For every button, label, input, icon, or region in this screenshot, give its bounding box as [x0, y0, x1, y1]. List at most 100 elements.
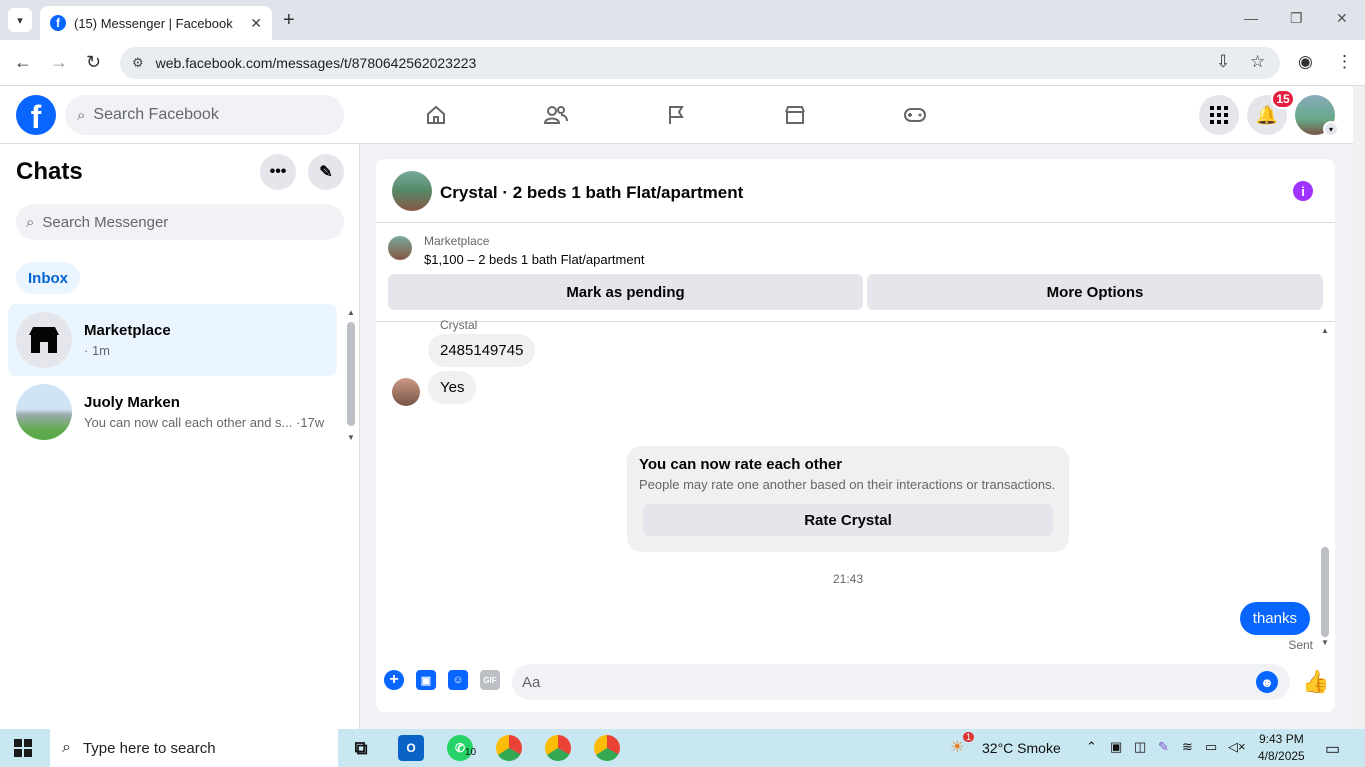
listing-thumbnail[interactable] [388, 236, 412, 260]
chats-sidebar: Chats ••• ✎ ⌕ Search Messenger Inbox Mar… [0, 144, 360, 729]
message-timestamp: 21:43 [832, 572, 864, 586]
chat-options-button[interactable]: ••• [260, 154, 296, 190]
emoji-icon[interactable]: ☻ [1256, 671, 1278, 693]
url-text: web.facebook.com/messages/t/878064256202… [155, 55, 477, 71]
chat-preview: · 1m [84, 343, 110, 358]
pages-flag-icon[interactable] [661, 100, 691, 130]
facebook-favicon-icon: f [50, 15, 66, 31]
account-avatar[interactable]: ▾ [1295, 95, 1339, 137]
incoming-message[interactable]: Yes [428, 371, 477, 404]
browser-menu-icon[interactable]: ⋮ [1336, 52, 1353, 72]
gaming-icon[interactable] [900, 100, 930, 130]
marketplace-store-icon [16, 312, 72, 368]
windows-start-icon[interactable] [14, 739, 32, 757]
chat-list-scrollbar[interactable] [347, 322, 355, 426]
chrome-icon[interactable] [496, 735, 522, 761]
tab-close-icon[interactable]: ✕ [250, 15, 262, 32]
chevron-up-icon[interactable]: ⌃ [1086, 739, 1097, 755]
message-input[interactable]: Aa ☻ [512, 664, 1290, 700]
inbox-filter-tab[interactable]: Inbox [16, 262, 80, 294]
rate-crystal-button[interactable]: Rate Crystal [643, 504, 1053, 536]
messenger-search-placeholder: Search Messenger [42, 213, 169, 231]
taskbar-search-input[interactable]: ⌕ Type here to search [50, 729, 338, 767]
facebook-search-placeholder: Search Facebook [93, 106, 219, 123]
scroll-down-arrow-icon[interactable]: ▼ [347, 433, 355, 442]
chat-item-marketplace[interactable]: Marketplace · 1m [8, 304, 337, 376]
close-window-button[interactable]: ✕ [1336, 10, 1348, 27]
volume-muted-icon[interactable]: ◁× [1228, 739, 1246, 755]
chevron-down-icon: ▾ [1323, 121, 1339, 137]
notification-center-icon[interactable]: ▭ [1325, 739, 1340, 759]
facebook-logo[interactable]: f [16, 95, 56, 135]
weather-icon[interactable]: ☀ [950, 737, 964, 757]
more-options-button[interactable]: More Options [867, 274, 1323, 310]
weather-text[interactable]: 32°C Smoke [982, 740, 1061, 756]
scroll-down-arrow-icon[interactable]: ▼ [1321, 638, 1329, 647]
friends-icon[interactable] [541, 100, 571, 130]
url-field[interactable]: ⚙ web.facebook.com/messages/t/8780642562… [120, 47, 1280, 79]
windows-taskbar: ⌕ Type here to search ⧉ O ✆ 10 ☀ 1 32°C … [0, 729, 1365, 767]
bookmark-star-icon[interactable]: ☆ [1250, 52, 1265, 72]
page-scrollbar[interactable] [1353, 86, 1365, 729]
reload-button[interactable]: ↻ [86, 52, 101, 73]
incoming-message[interactable]: 2485149745 [428, 334, 536, 367]
rating-card: You can now rate each other People may r… [627, 446, 1069, 552]
listing-price[interactable]: $1,100 – 2 beds 1 bath Flat/apartment [424, 252, 644, 267]
plus-icon[interactable]: + [384, 670, 404, 690]
avatar[interactable] [392, 378, 420, 406]
search-icon: ⌕ [26, 213, 35, 231]
browser-tab[interactable]: f (15) Messenger | Facebook ✕ [40, 6, 272, 40]
gif-icon[interactable]: GIF [480, 670, 500, 690]
mark-as-pending-button[interactable]: Mark as pending [388, 274, 863, 310]
tab-search-button[interactable]: ▾ [8, 8, 32, 32]
battery-icon[interactable]: ▭ [1205, 739, 1217, 755]
avatar [16, 384, 72, 440]
scroll-up-arrow-icon[interactable]: ▲ [1321, 326, 1329, 335]
wifi-icon[interactable]: ≋ [1182, 739, 1193, 755]
chrome-profile-icon[interactable] [545, 735, 571, 761]
new-tab-button[interactable]: + [283, 9, 295, 32]
outlook-icon[interactable]: O [398, 735, 424, 761]
messenger-search-input[interactable]: ⌕ Search Messenger [16, 204, 344, 240]
chat-item-juoly-marken[interactable]: Juoly Marken You can now call each other… [8, 376, 337, 448]
new-message-icon[interactable]: ✎ [308, 154, 344, 190]
restore-button[interactable]: ❐ [1290, 10, 1303, 27]
site-info-icon[interactable]: ⚙ [132, 55, 144, 71]
clock-time[interactable]: 9:43 PM [1259, 732, 1304, 746]
search-icon: ⌕ [62, 739, 71, 756]
avatar[interactable] [392, 171, 432, 211]
chat-name: Marketplace [84, 322, 171, 339]
facebook-search-input[interactable]: ⌕ Search Facebook [65, 95, 344, 135]
pen-icon[interactable]: ✎ [1158, 739, 1169, 755]
outgoing-message[interactable]: thanks [1239, 602, 1310, 635]
conversation-title[interactable]: Crystal · 2 beds 1 bath Flat/apartment [440, 183, 743, 203]
back-button[interactable]: ← [14, 52, 32, 73]
menu-grid-icon[interactable] [1199, 95, 1239, 135]
chrome-profile-icon[interactable] [594, 735, 620, 761]
chat-preview: You can now call each other and s... ·17… [84, 415, 325, 430]
tab-title: (15) Messenger | Facebook [74, 15, 233, 31]
conversation-panel: Crystal · 2 beds 1 bath Flat/apartment i… [376, 159, 1335, 712]
install-app-icon[interactable]: ⇩ [1216, 52, 1230, 72]
message-scrollbar[interactable] [1321, 547, 1329, 637]
scroll-up-arrow-icon[interactable]: ▲ [347, 308, 355, 317]
home-icon[interactable] [421, 100, 451, 130]
message-input-placeholder: Aa [522, 673, 541, 691]
sticker-icon[interactable]: ☺ [448, 670, 468, 690]
address-bar: ← → ↻ ⚙ web.facebook.com/messages/t/8780… [0, 40, 1365, 86]
minimize-button[interactable]: — [1244, 10, 1258, 26]
tray-app-icon[interactable]: ▣ [1110, 739, 1122, 755]
forward-button[interactable]: → [50, 52, 68, 73]
like-thumb-icon[interactable]: 👍 [1302, 669, 1329, 695]
marketplace-icon[interactable] [780, 100, 810, 130]
meet-now-icon[interactable]: ◫ [1134, 739, 1146, 755]
photo-icon[interactable]: ▣ [416, 670, 436, 690]
task-view-icon[interactable]: ⧉ [348, 735, 374, 761]
clock-date[interactable]: 4/8/2025 [1258, 749, 1305, 763]
search-icon: ⌕ [77, 106, 86, 124]
profile-icon[interactable]: ◉ [1298, 52, 1313, 72]
rating-description: People may rate one another based on the… [639, 477, 1056, 492]
conversation-header: Crystal · 2 beds 1 bath Flat/apartment i [376, 159, 1335, 223]
whatsapp-badge: 10 [465, 747, 477, 758]
info-icon[interactable]: i [1293, 181, 1313, 201]
